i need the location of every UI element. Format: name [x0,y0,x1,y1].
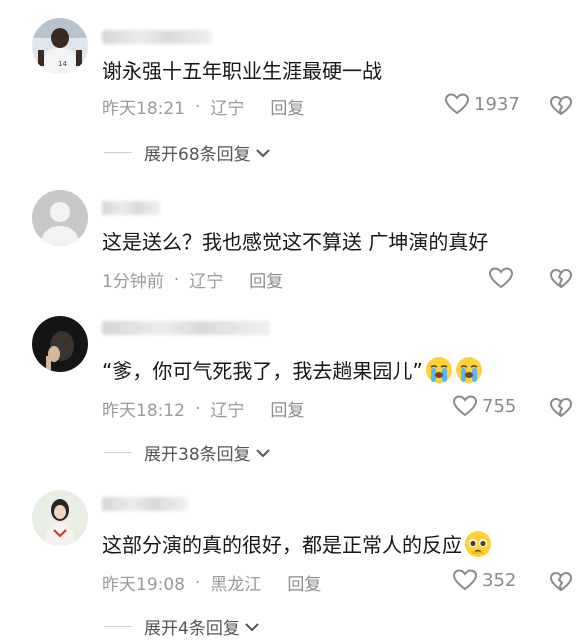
comment-location: 辽宁 [189,272,224,292]
comment-time: 昨天19:08 [102,575,185,595]
like-button[interactable]: 352 [452,568,516,592]
username[interactable] [102,201,160,215]
crying-face-emoji [455,357,482,383]
chevron-down-icon [255,148,270,157]
comment-text-content: 这部分演的真的很好，都是正常人的反应 [102,533,462,557]
separator: · [195,96,201,117]
broken-heart-icon[interactable] [549,570,573,594]
avatar[interactable] [32,190,88,246]
username[interactable] [102,321,270,335]
like-button[interactable]: 755 [452,394,516,418]
comment-text: 谢永强十五年职业生涯最硬一战 [102,59,382,83]
separator: · [195,572,201,593]
like-count: 1937 [474,93,520,115]
heart-icon [444,93,470,115]
like-count: 755 [482,395,517,417]
pleading-face-emoji [465,531,491,557]
comment-meta: 昨天19:08 · 黑龙江 回复 [102,570,321,596]
reply-button[interactable]: 回复 [270,396,304,421]
divider-line [104,452,132,453]
comment-time: 1分钟前 [102,272,164,292]
comment-time: 昨天18:21 [102,99,185,119]
username[interactable] [102,497,188,511]
heart-icon [452,569,478,591]
crying-face-emoji [425,357,452,383]
expand-replies-button[interactable]: 展开68条回复 [104,140,271,165]
chevron-down-icon [255,448,270,457]
chevron-down-icon [245,622,259,631]
avatar[interactable] [32,316,88,372]
divider-line [104,152,132,153]
broken-heart-icon[interactable] [549,396,573,420]
heart-icon [452,395,478,417]
comment-text-content: “爹，你可气死我了，我去趟果园儿” [102,359,423,383]
expand-replies-label: 展开68条回复 [144,145,251,165]
like-button[interactable]: 1937 [444,92,520,116]
like-button[interactable] [488,266,514,290]
divider-line [104,626,132,627]
comment-meta: 昨天18:21 · 辽宁 回复 [102,94,304,120]
comment-location: 辽宁 [210,401,245,421]
broken-heart-icon[interactable] [549,267,573,291]
expand-replies-label: 展开38条回复 [144,445,251,465]
avatar[interactable] [32,490,88,546]
reply-button[interactable]: 回复 [270,94,304,119]
separator: · [173,269,180,290]
reply-button[interactable]: 回复 [287,570,321,595]
expand-replies-button[interactable]: 展开38条回复 [104,440,271,465]
avatar[interactable]: 14 [32,18,88,74]
reply-button[interactable]: 回复 [249,267,283,292]
comment-text: 这是送么？我也感觉这不算送 广坤演的真好 [102,230,489,254]
expand-replies-button[interactable]: 展开4条回复 [104,614,260,639]
expand-replies-label: 展开4条回复 [144,619,240,639]
comment-time: 昨天18:12 [102,401,185,421]
comment-text: “爹，你可气死我了，我去趟果园儿” [102,356,483,384]
username[interactable] [102,30,212,44]
separator: · [195,398,201,419]
svg-text:14: 14 [58,60,67,68]
comment-meta: 1分钟前 · 辽宁 回复 [102,267,283,293]
broken-heart-icon[interactable] [549,94,573,118]
comment-meta: 昨天18:12 · 辽宁 回复 [102,396,304,422]
comment-location: 黑龙江 [210,575,262,595]
comment-location: 辽宁 [210,99,245,119]
heart-icon [488,267,514,289]
comment-text: 这部分演的真的很好，都是正常人的反应 [102,530,492,558]
like-count: 352 [482,569,517,591]
